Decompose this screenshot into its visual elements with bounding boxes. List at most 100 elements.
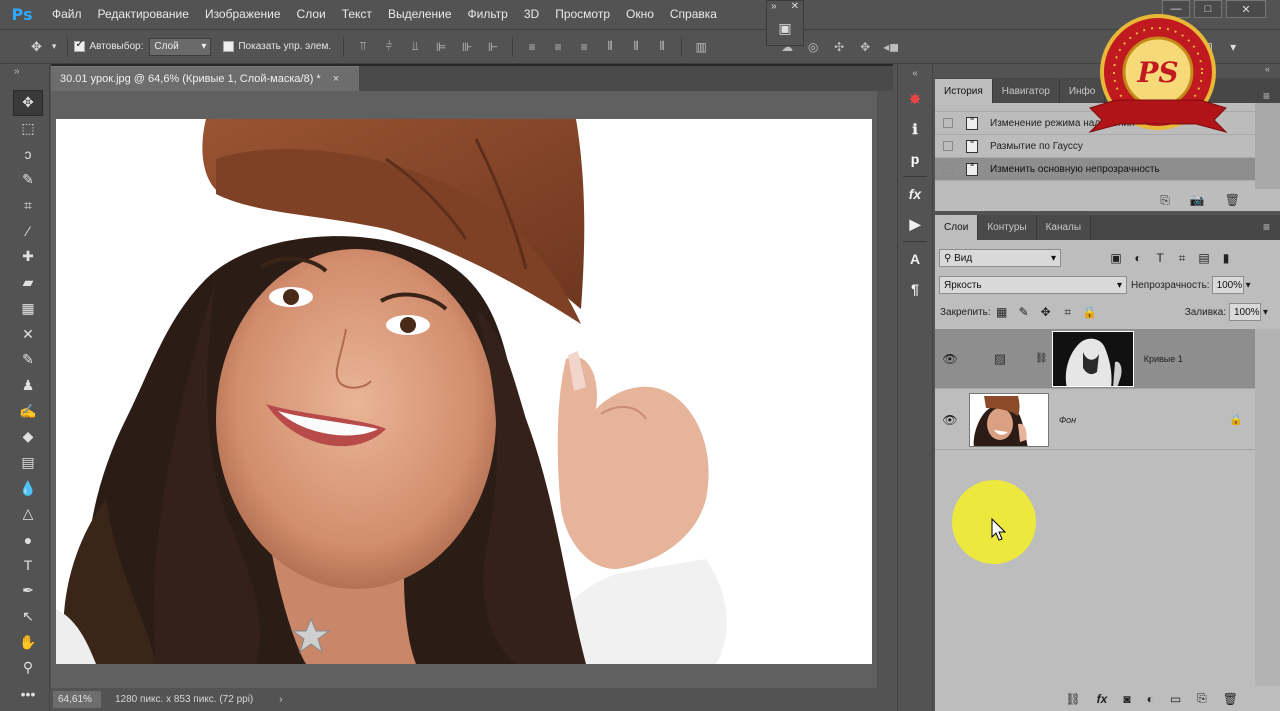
status-menu-arrow[interactable]: › bbox=[279, 694, 282, 705]
close-window-button[interactable]: ✕ bbox=[1226, 0, 1266, 18]
expand-toolbar-icon[interactable]: » bbox=[14, 66, 20, 77]
more-tools-icon[interactable]: ••• bbox=[13, 681, 43, 707]
fx-icon[interactable]: fx bbox=[1097, 692, 1108, 706]
fill-field[interactable]: 100% bbox=[1228, 303, 1261, 321]
bandage-icon[interactable]: ▰ bbox=[13, 270, 43, 296]
close-icon[interactable]: ✕ bbox=[791, 1, 799, 12]
filter-shape-icon[interactable]: ⌗ bbox=[1171, 251, 1193, 266]
tab-navigator[interactable]: Навигатор bbox=[992, 79, 1060, 103]
link-layers-icon[interactable]: ⛓ bbox=[1065, 692, 1080, 706]
panel-menu-icon[interactable]: ≡ bbox=[1263, 215, 1270, 240]
lock-pixels-icon[interactable]: ✎ bbox=[1013, 305, 1035, 319]
layer-row-background[interactable]: 👁 Фон 🔒 bbox=[935, 390, 1255, 450]
autoselect-checkbox[interactable] bbox=[74, 39, 86, 52]
menu-3d[interactable]: 3D bbox=[516, 0, 547, 29]
chevron-down-icon[interactable]: ▾ bbox=[47, 41, 62, 52]
zoom-field[interactable]: 64,61% bbox=[53, 691, 101, 708]
chevron-down-icon[interactable]: ▾ bbox=[1246, 280, 1251, 291]
brush-tool-icon[interactable]: ✎ bbox=[13, 347, 43, 373]
autoselect-dropdown[interactable]: Слой ▾ bbox=[149, 37, 212, 56]
history-item[interactable]: ≡ Размытие по Гауссу bbox=[935, 135, 1255, 158]
plugin-p-icon[interactable]: p bbox=[898, 144, 932, 174]
history-scrollbar[interactable] bbox=[1255, 103, 1280, 189]
distribute-bottom-icon[interactable]: ≡ bbox=[571, 40, 597, 54]
layers-scrollbar[interactable] bbox=[1255, 329, 1280, 686]
tab-layers[interactable]: Слои bbox=[935, 215, 979, 240]
stamp-tool-icon[interactable]: ▦ bbox=[13, 296, 43, 322]
move-tool-icon[interactable]: ✥ bbox=[26, 39, 47, 55]
adjustment-layer-icon[interactable]: ◐ bbox=[1147, 692, 1154, 706]
align-bottom-icon[interactable]: ⫫ bbox=[402, 39, 428, 54]
panel-icon[interactable]: ▣ bbox=[778, 20, 791, 37]
blur-tool-icon[interactable]: 💧 bbox=[13, 475, 43, 501]
3d-slide-icon[interactable]: ✥ bbox=[852, 40, 878, 54]
chain-link-icon[interactable]: ⛓ bbox=[1035, 353, 1048, 364]
menu-select[interactable]: Выделение bbox=[380, 0, 460, 29]
blend-mode-dropdown[interactable]: Яркость ▾ bbox=[939, 276, 1127, 294]
trash-icon[interactable]: 🗑 bbox=[1223, 692, 1238, 706]
align-left-icon[interactable]: ⊫ bbox=[428, 40, 454, 54]
add-mask-icon[interactable]: ◙ bbox=[1123, 692, 1130, 706]
pen-tool-icon[interactable]: ● bbox=[13, 527, 43, 553]
menu-file[interactable]: Файл bbox=[44, 0, 90, 29]
snapshot-camera-icon[interactable]: 📷 bbox=[1190, 193, 1205, 207]
document-tab[interactable]: 30.01 урок.jpg @ 64,6% (Кривые 1, Слой-м… bbox=[51, 66, 359, 91]
menu-layers[interactable]: Слои bbox=[289, 0, 334, 29]
3d-scale-icon[interactable]: ◂◼ bbox=[878, 40, 904, 54]
align-hcenter-icon[interactable]: ⊪ bbox=[454, 40, 480, 54]
menu-image[interactable]: Изображение bbox=[197, 0, 289, 29]
path-select-icon[interactable]: ✒ bbox=[13, 578, 43, 604]
visibility-eye-icon[interactable]: 👁 bbox=[935, 413, 965, 427]
menu-help[interactable]: Справка bbox=[662, 0, 725, 29]
filter-smart-icon[interactable]: ▤ bbox=[1193, 251, 1215, 265]
history-snapshot-box[interactable] bbox=[943, 164, 953, 174]
eraser-tool-icon[interactable]: ◆ bbox=[13, 424, 43, 450]
distribute-top-icon[interactable]: ≡ bbox=[519, 40, 545, 54]
tab-history[interactable]: История bbox=[935, 79, 993, 103]
filter-type-icon[interactable]: T bbox=[1149, 251, 1171, 265]
filter-toggle-icon[interactable]: ▮ bbox=[1215, 251, 1237, 265]
new-layer-icon[interactable]: ⎘ bbox=[1197, 691, 1207, 706]
chevron-down-icon[interactable]: ▾ bbox=[1263, 307, 1268, 318]
history-snapshot-box[interactable] bbox=[943, 141, 953, 151]
panel-menu-icon[interactable]: ≡ bbox=[1263, 89, 1270, 103]
align-top-icon[interactable]: ⫪ bbox=[350, 39, 376, 54]
move-tool-icon[interactable]: ✥ bbox=[13, 90, 43, 116]
vertical-scrollbar[interactable] bbox=[877, 91, 893, 688]
menu-filter[interactable]: Фильтр bbox=[460, 0, 516, 29]
trash-icon[interactable]: 🗑 bbox=[1225, 193, 1240, 207]
menu-type[interactable]: Текст bbox=[334, 0, 380, 29]
quick-select-tool-icon[interactable]: ✎ bbox=[13, 167, 43, 193]
align-right-icon[interactable]: ⊩ bbox=[480, 40, 506, 54]
tab-channels[interactable]: Каналы bbox=[1036, 215, 1092, 240]
distribute-hcenter-icon[interactable]: ⦀ bbox=[623, 39, 649, 54]
menu-window[interactable]: Окно bbox=[618, 0, 662, 29]
lock-position-icon[interactable]: ✥ bbox=[1035, 305, 1057, 319]
lasso-tool-icon[interactable]: ↄ bbox=[13, 141, 43, 167]
lock-transparent-icon[interactable]: ▦ bbox=[991, 305, 1013, 319]
show-transform-checkbox[interactable] bbox=[223, 41, 235, 52]
align-vcenter-icon[interactable]: ⫩ bbox=[376, 39, 402, 54]
layer-filter-dropdown[interactable]: ⚲ Вид ▾ bbox=[939, 249, 1061, 267]
visibility-eye-icon[interactable]: 👁 bbox=[935, 352, 965, 366]
gradient-tool-icon[interactable]: ▤ bbox=[13, 450, 43, 476]
eyedropper-tool-icon[interactable]: ⁄ bbox=[13, 218, 43, 244]
healing-brush-icon[interactable]: ✚ bbox=[13, 244, 43, 270]
filter-pixel-icon[interactable]: ▣ bbox=[1105, 251, 1127, 265]
lock-icon[interactable]: 🔒 bbox=[1229, 413, 1243, 426]
filter-adjustment-icon[interactable]: ◐ bbox=[1127, 251, 1149, 265]
collapse-icon[interactable]: » bbox=[771, 1, 777, 12]
hand-tool-icon[interactable]: ✋ bbox=[13, 629, 43, 655]
distribute-vcenter-icon[interactable]: ≡ bbox=[545, 40, 571, 54]
3d-roll-icon[interactable]: ◎ bbox=[800, 40, 826, 54]
new-document-from-state-icon[interactable]: ⎘ bbox=[1160, 193, 1170, 208]
art-history-icon[interactable]: ✍ bbox=[13, 398, 43, 424]
new-group-icon[interactable]: ▭ bbox=[1170, 692, 1181, 706]
plugin-if-icon[interactable]: ℹ bbox=[898, 114, 932, 144]
character-icon[interactable]: A bbox=[898, 244, 932, 274]
history-snapshot-box[interactable] bbox=[943, 118, 953, 128]
menu-view[interactable]: Просмотр bbox=[547, 0, 618, 29]
clone-stamp-icon[interactable]: ♟ bbox=[13, 373, 43, 399]
distribute-right-icon[interactable]: ⦀ bbox=[649, 39, 675, 54]
zoom-tool-icon[interactable]: ⚲ bbox=[13, 655, 43, 681]
